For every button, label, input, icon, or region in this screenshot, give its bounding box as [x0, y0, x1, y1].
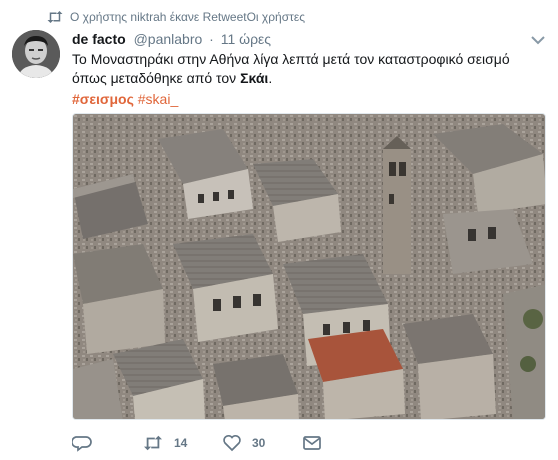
tweet-text-bold: Σκάι — [240, 70, 269, 86]
tweet-timestamp[interactable]: 11 ώρες — [221, 31, 271, 47]
tweet-actions: 14 30 — [72, 432, 548, 454]
tweet-text-main: Το Μοναστηράκι στην Αθήνα λίγα λεπτά μετ… — [72, 51, 510, 86]
tweet-media-photo[interactable] — [72, 113, 546, 420]
hashtags: #σεισμος #skai_ — [72, 90, 178, 109]
retweet-count: 14 — [174, 436, 188, 450]
chevron-down-icon[interactable] — [530, 34, 546, 46]
retweet-context-text[interactable]: Ο χρήστης niktrah έκανε RetweetΟι χρήστε… — [70, 10, 305, 24]
like-count: 30 — [252, 436, 266, 450]
hashtag-link[interactable]: #skai_ — [138, 91, 178, 107]
retweet-button[interactable]: 14 — [142, 432, 187, 454]
retweet-context: Ο χρήστης niktrah έκανε RetweetΟι χρήστε… — [0, 8, 558, 26]
avatar[interactable] — [12, 30, 60, 78]
retweet-icon — [144, 435, 162, 451]
earthquake-photo — [73, 114, 545, 419]
hashtag-link[interactable]: #σεισμος — [72, 91, 134, 107]
display-name[interactable]: de facto — [72, 31, 126, 47]
user-handle[interactable]: @panlabro — [134, 31, 203, 47]
separator-dot: · — [209, 31, 214, 47]
envelope-icon — [303, 436, 321, 450]
tweet-text: Το Μοναστηράκι στην Αθήνα λίγα λεπτά μετ… — [72, 50, 548, 88]
reply-icon — [72, 436, 92, 452]
tweet-header: de facto @panlabro · 11 ώρες — [72, 30, 271, 48]
retweet-icon — [47, 11, 63, 23]
reply-button[interactable] — [72, 432, 92, 454]
heart-icon — [223, 434, 241, 452]
direct-message-button[interactable] — [302, 432, 322, 454]
tweet-text-end: . — [268, 70, 273, 86]
like-button[interactable]: 30 — [222, 432, 265, 454]
